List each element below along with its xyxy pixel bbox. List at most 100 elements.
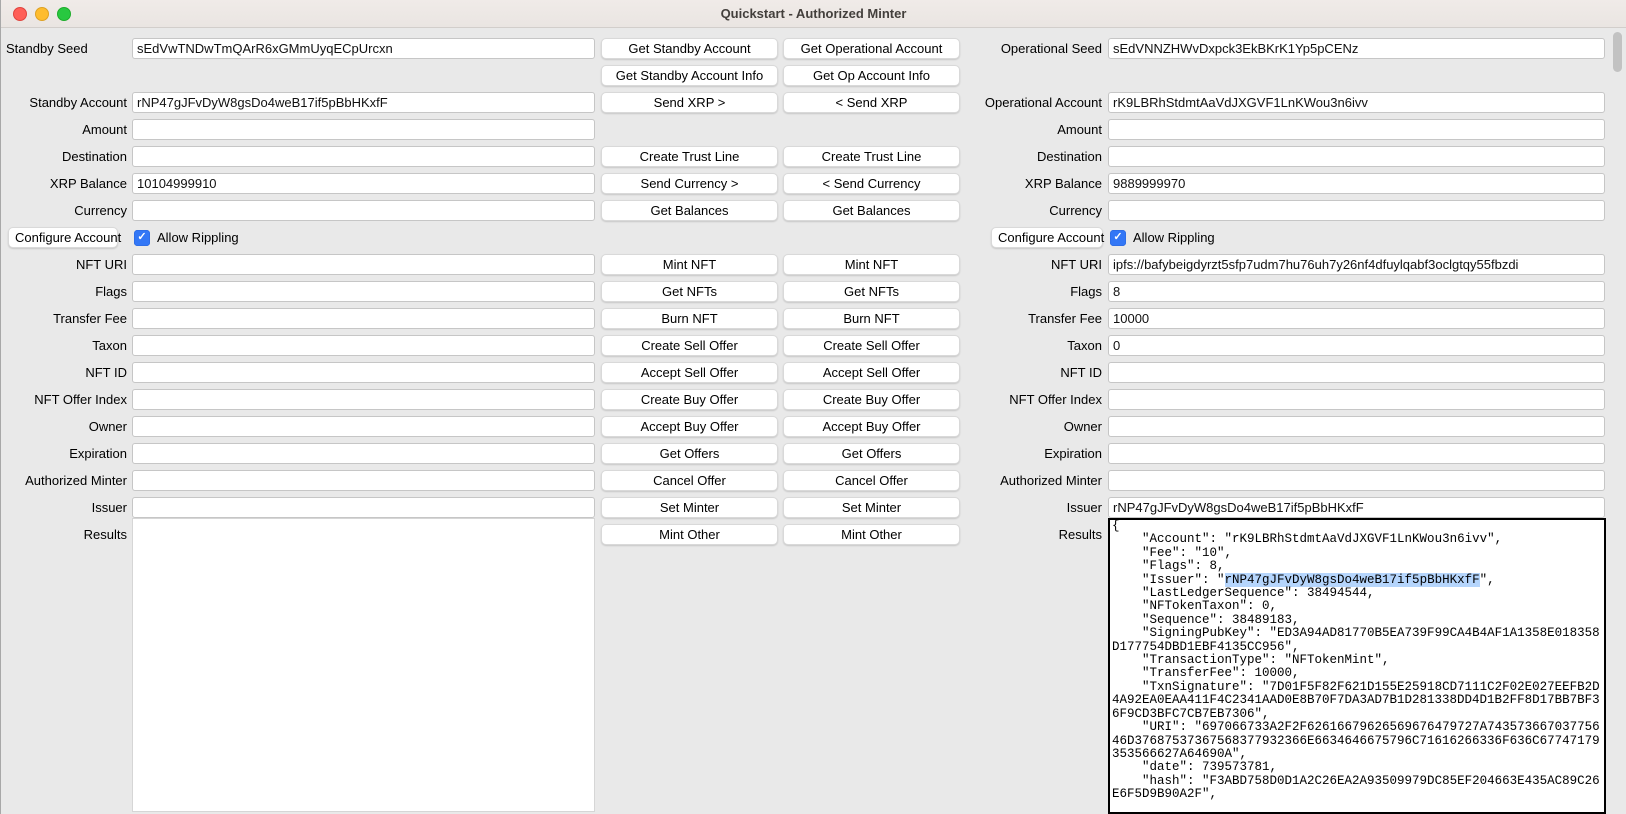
operational-issuer-input[interactable]: [1108, 497, 1605, 518]
standby-authorized-minter-input[interactable]: [132, 470, 595, 491]
operational-xrp-balance-input[interactable]: [1108, 173, 1605, 194]
standby-accept-buy-offer-button[interactable]: Accept Buy Offer: [601, 416, 778, 437]
app-window: { "window": { "title": "Quickstart - Aut…: [0, 0, 1626, 814]
standby-transfer-fee-input[interactable]: [132, 308, 595, 329]
operational-allow-rippling-group: ✓ Allow Rippling: [1110, 230, 1626, 246]
operational-mint-other-button[interactable]: Mint Other: [783, 524, 960, 545]
get-standby-account-info-button[interactable]: Get Standby Account Info: [601, 65, 778, 86]
vertical-scrollbar-thumb[interactable]: [1613, 32, 1622, 72]
operational-nft-id-label: NFT ID: [963, 365, 1104, 380]
standby-taxon-input[interactable]: [132, 335, 595, 356]
standby-get-offers-button[interactable]: Get Offers: [601, 443, 778, 464]
operational-expiration-input[interactable]: [1108, 443, 1605, 464]
standby-nft-uri-label: NFT URI: [1, 257, 129, 272]
standby-issuer-input[interactable]: [132, 497, 595, 518]
operational-seed-input[interactable]: [1108, 38, 1605, 59]
standby-accept-sell-offer-button[interactable]: Accept Sell Offer: [601, 362, 778, 383]
standby-get-balances-button[interactable]: Get Balances: [601, 200, 778, 221]
operational-results-label: Results: [963, 527, 1104, 542]
operational-transfer-fee-input[interactable]: [1108, 308, 1605, 329]
operational-authorized-minter-input[interactable]: [1108, 470, 1605, 491]
operational-nft-offer-index-input[interactable]: [1108, 389, 1605, 410]
standby-create-sell-offer-button[interactable]: Create Sell Offer: [601, 335, 778, 356]
operational-get-offers-button[interactable]: Get Offers: [783, 443, 960, 464]
standby-create-trust-line-button[interactable]: Create Trust Line: [601, 146, 778, 167]
operational-account-input[interactable]: [1108, 92, 1605, 113]
operational-nft-uri-label: NFT URI: [963, 257, 1104, 272]
operational-owner-input[interactable]: [1108, 416, 1605, 437]
get-op-account-info-button[interactable]: Get Op Account Info: [783, 65, 960, 86]
standby-owner-label: Owner: [1, 419, 129, 434]
standby-nft-offer-index-input[interactable]: [132, 389, 595, 410]
operational-configure-account-button[interactable]: Configure Account: [991, 227, 1103, 248]
standby-destination-input[interactable]: [132, 146, 595, 167]
get-operational-account-button[interactable]: Get Operational Account: [783, 38, 960, 59]
standby-amount-input[interactable]: [132, 119, 595, 140]
operational-accept-sell-offer-button[interactable]: Accept Sell Offer: [783, 362, 960, 383]
operational-destination-input[interactable]: [1108, 146, 1605, 167]
window-title: Quickstart - Authorized Minter: [721, 6, 907, 21]
operational-currency-input[interactable]: [1108, 200, 1605, 221]
zoom-icon[interactable]: [57, 7, 71, 21]
operational-nft-id-input[interactable]: [1108, 362, 1605, 383]
standby-nft-uri-input[interactable]: [132, 254, 595, 275]
operational-create-sell-offer-button[interactable]: Create Sell Offer: [783, 335, 960, 356]
standby-create-buy-offer-button[interactable]: Create Buy Offer: [601, 389, 778, 410]
operational-flags-input[interactable]: [1108, 281, 1605, 302]
operational-mint-nft-button[interactable]: Mint NFT: [783, 254, 960, 275]
standby-seed-label: Standby Seed: [1, 41, 129, 56]
operational-create-buy-offer-button[interactable]: Create Buy Offer: [783, 389, 960, 410]
close-icon[interactable]: [13, 7, 27, 21]
send-currency-right-button[interactable]: Send Currency >: [601, 173, 778, 194]
operational-taxon-input[interactable]: [1108, 335, 1605, 356]
operational-flags-label: Flags: [963, 284, 1104, 299]
operational-allow-rippling-label: Allow Rippling: [1133, 230, 1215, 245]
send-xrp-right-button[interactable]: Send XRP >: [601, 92, 778, 113]
send-xrp-left-button[interactable]: < Send XRP: [783, 92, 960, 113]
standby-nft-id-input[interactable]: [132, 362, 595, 383]
operational-create-trust-line-button[interactable]: Create Trust Line: [783, 146, 960, 167]
standby-expiration-input[interactable]: [132, 443, 595, 464]
operational-currency-label: Currency: [963, 203, 1104, 218]
standby-transfer-fee-label: Transfer Fee: [1, 311, 129, 326]
operational-amount-label: Amount: [963, 122, 1104, 137]
standby-amount-label: Amount: [1, 122, 129, 137]
operational-amount-input[interactable]: [1108, 119, 1605, 140]
operational-nft-uri-input[interactable]: [1108, 254, 1605, 275]
send-currency-left-button[interactable]: < Send Currency: [783, 173, 960, 194]
standby-cancel-offer-button[interactable]: Cancel Offer: [601, 470, 778, 491]
standby-mint-other-button[interactable]: Mint Other: [601, 524, 778, 545]
standby-burn-nft-button[interactable]: Burn NFT: [601, 308, 778, 329]
operational-expiration-label: Expiration: [963, 446, 1104, 461]
operational-allow-rippling-checkbox[interactable]: ✓: [1110, 230, 1126, 246]
standby-flags-label: Flags: [1, 284, 129, 299]
traffic-lights: [13, 7, 71, 21]
standby-account-input[interactable]: [132, 92, 595, 113]
standby-xrp-balance-input[interactable]: [132, 173, 595, 194]
minimize-icon[interactable]: [35, 7, 49, 21]
results-json-selection: rNP47gJFvDyW8gsDo4weB17if5pBbHKxfF: [1225, 573, 1480, 587]
operational-account-label: Operational Account: [963, 95, 1104, 110]
get-standby-account-button[interactable]: Get Standby Account: [601, 38, 778, 59]
standby-seed-input[interactable]: [132, 38, 595, 59]
results-json-after: ", "LastLedgerSequence": 38494544, "NFTo…: [1112, 573, 1600, 802]
operational-get-balances-button[interactable]: Get Balances: [783, 200, 960, 221]
standby-configure-account-button[interactable]: Configure Account: [8, 227, 118, 248]
standby-results-textarea[interactable]: [132, 518, 595, 812]
operational-set-minter-button[interactable]: Set Minter: [783, 497, 960, 518]
operational-get-nfts-button[interactable]: Get NFTs: [783, 281, 960, 302]
standby-set-minter-button[interactable]: Set Minter: [601, 497, 778, 518]
standby-owner-input[interactable]: [132, 416, 595, 437]
standby-get-nfts-button[interactable]: Get NFTs: [601, 281, 778, 302]
operational-authorized-minter-label: Authorized Minter: [963, 473, 1104, 488]
standby-flags-input[interactable]: [132, 281, 595, 302]
standby-mint-nft-button[interactable]: Mint NFT: [601, 254, 778, 275]
standby-allow-rippling-checkbox[interactable]: ✓: [134, 230, 150, 246]
standby-allow-rippling-label: Allow Rippling: [157, 230, 239, 245]
operational-accept-buy-offer-button[interactable]: Accept Buy Offer: [783, 416, 960, 437]
operational-results-textarea[interactable]: { "Account": "rK9LBRhStdmtAaVdJXGVF1LnKW…: [1108, 518, 1606, 814]
operational-destination-label: Destination: [963, 149, 1104, 164]
operational-burn-nft-button[interactable]: Burn NFT: [783, 308, 960, 329]
standby-currency-input[interactable]: [132, 200, 595, 221]
operational-cancel-offer-button[interactable]: Cancel Offer: [783, 470, 960, 491]
